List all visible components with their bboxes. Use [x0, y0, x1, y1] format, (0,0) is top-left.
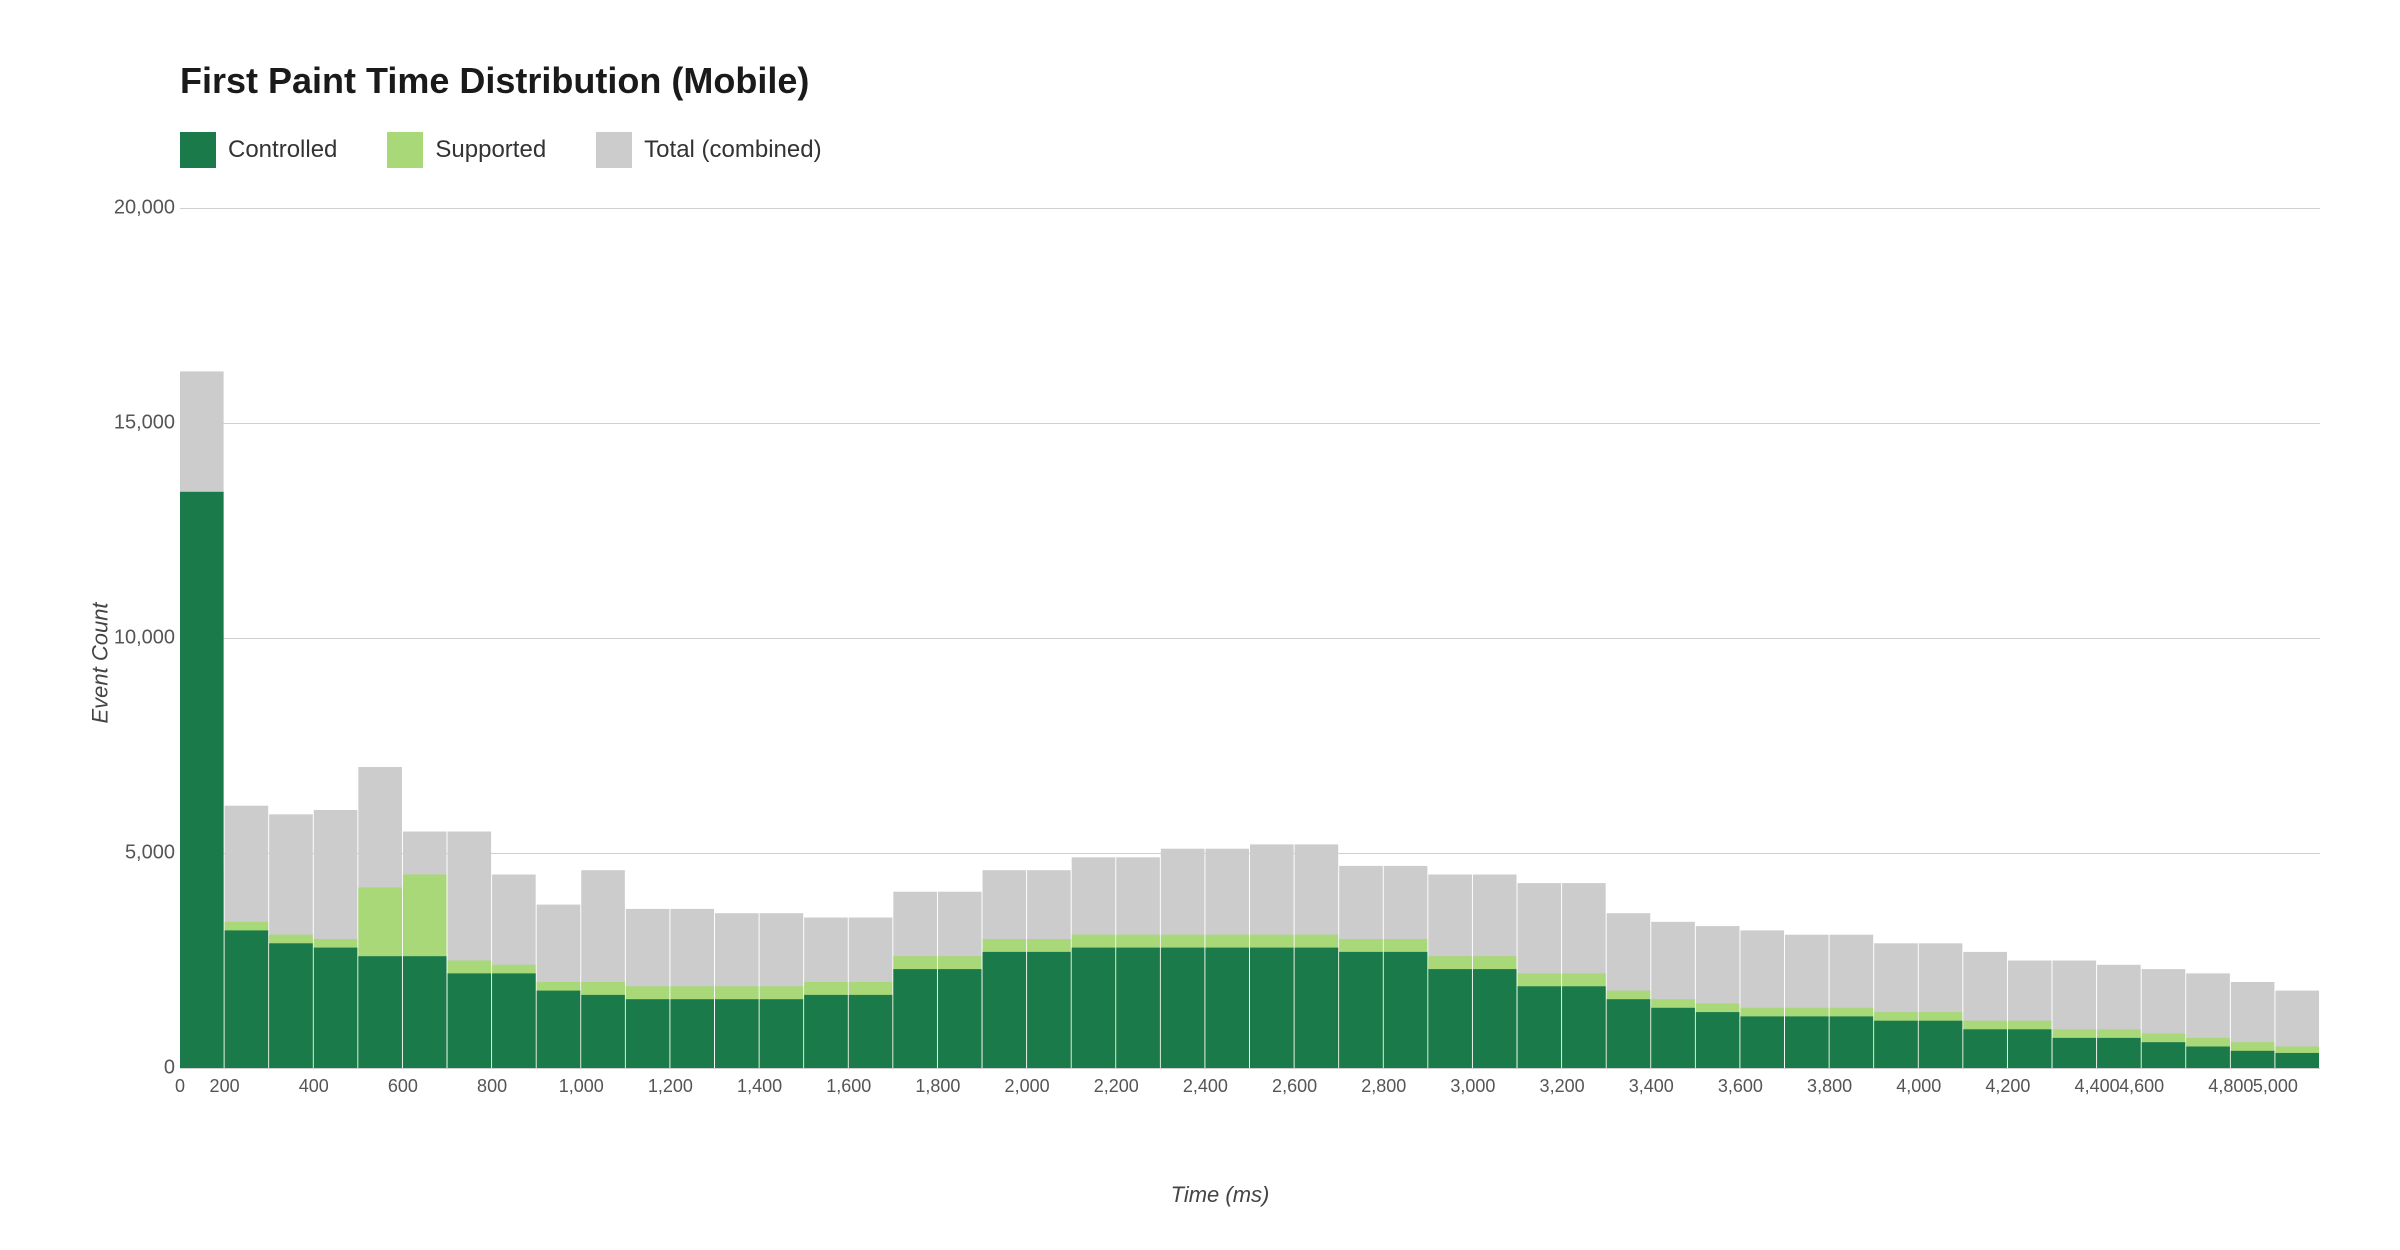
x-label: 4,400: [2075, 1076, 2120, 1097]
chart-title: First Paint Time Distribution (Mobile): [180, 60, 2320, 102]
legend-item-supported: Supported: [387, 132, 546, 168]
x-label: 2,800: [1361, 1076, 1406, 1097]
legend-label-total: Total (combined): [644, 136, 821, 164]
x-label: 4,200: [1985, 1076, 2030, 1097]
x-label: 5,000: [2253, 1076, 2298, 1097]
total-swatch: [596, 132, 632, 168]
y-label-10000: 10,000: [114, 627, 175, 650]
x-label: 4,600: [2119, 1076, 2164, 1097]
x-label: 2,000: [1005, 1076, 1050, 1097]
legend-item-total: Total (combined): [596, 132, 821, 168]
x-label: 4,800: [2208, 1076, 2253, 1097]
x-label: 1,400: [737, 1076, 782, 1097]
chart-legend: Controlled Supported Total (combined): [180, 132, 2320, 168]
supported-swatch: [387, 132, 423, 168]
x-axis-label: Time (ms): [1171, 1182, 1270, 1208]
x-label: 800: [477, 1076, 507, 1097]
y-label-15000: 15,000: [114, 412, 175, 435]
y-axis-labels: 20,000 15,000 10,000 5,000 0: [120, 208, 180, 1068]
chart-area: Event Count 20,000 15,000 10,000 5,000 0…: [120, 208, 2320, 1118]
legend-label-supported: Supported: [435, 136, 546, 164]
bars-area: [180, 208, 2320, 1068]
y-axis-label: Event Count: [88, 602, 114, 723]
x-label: 200: [210, 1076, 240, 1097]
legend-label-controlled: Controlled: [228, 136, 337, 164]
x-label: 2,400: [1183, 1076, 1228, 1097]
bars-svg: [180, 208, 2320, 1068]
x-label: 1,000: [559, 1076, 604, 1097]
x-label: 2,600: [1272, 1076, 1317, 1097]
legend-item-controlled: Controlled: [180, 132, 337, 168]
x-label: 0: [175, 1076, 185, 1097]
chart-container: First Paint Time Distribution (Mobile) C…: [0, 0, 2400, 1250]
y-label-5000: 5,000: [125, 842, 175, 865]
x-label: 3,600: [1718, 1076, 1763, 1097]
x-axis-labels: 02004006008001,0001,2001,4001,6001,8002,…: [180, 1068, 2320, 1118]
x-label: 3,800: [1807, 1076, 1852, 1097]
x-label: 1,800: [915, 1076, 960, 1097]
y-label-20000: 20,000: [114, 197, 175, 220]
x-label: 3,000: [1450, 1076, 1495, 1097]
x-label: 3,200: [1540, 1076, 1585, 1097]
x-label: 4,000: [1896, 1076, 1941, 1097]
controlled-swatch: [180, 132, 216, 168]
x-label: 3,400: [1629, 1076, 1674, 1097]
x-label: 2,200: [1094, 1076, 1139, 1097]
y-label-0: 0: [164, 1057, 175, 1080]
x-label: 600: [388, 1076, 418, 1097]
x-label: 1,200: [648, 1076, 693, 1097]
x-label: 1,600: [826, 1076, 871, 1097]
x-label: 400: [299, 1076, 329, 1097]
